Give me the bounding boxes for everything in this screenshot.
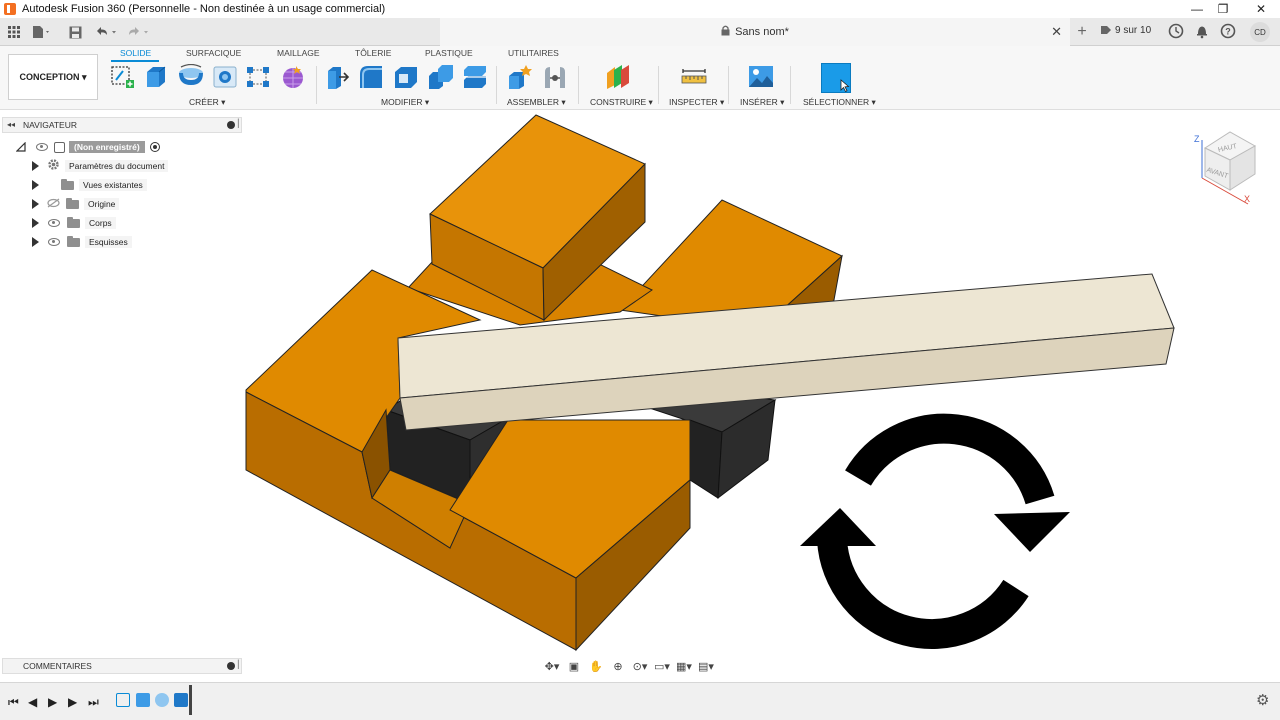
step-forward-icon[interactable]: ▶ bbox=[68, 695, 77, 709]
app-grid-icon[interactable] bbox=[6, 23, 22, 41]
undo-icon[interactable] bbox=[92, 23, 120, 41]
new-tab-button[interactable]: + bbox=[1072, 22, 1092, 42]
pattern-icon[interactable] bbox=[245, 64, 271, 90]
align-icon[interactable] bbox=[462, 64, 488, 90]
navigation-bar: ✥▾ ▣ ✋ ⊕ ⊙▾ ▭▾ ▦▾ ▤▾ bbox=[543, 658, 738, 676]
look-at-icon[interactable]: ▣ bbox=[565, 660, 583, 674]
go-to-end-icon[interactable]: ⏭ bbox=[88, 695, 99, 710]
timeline-sketch-feature-icon[interactable] bbox=[116, 693, 130, 707]
insert-image-icon[interactable] bbox=[748, 64, 774, 90]
combine-icon[interactable] bbox=[427, 64, 453, 90]
ribbon-separator bbox=[578, 66, 579, 104]
pan-hand-icon[interactable]: ✋ bbox=[587, 660, 605, 674]
timeline-bar: ⏮ ◀ ▶ ▶ ⏭ ⚙ bbox=[0, 682, 1280, 720]
form-icon[interactable] bbox=[280, 64, 306, 90]
window-title: Autodesk Fusion 360 (Personnelle - Non d… bbox=[22, 3, 386, 15]
ribbon-separator bbox=[316, 66, 317, 104]
joint-icon[interactable] bbox=[542, 64, 568, 90]
group-assembler-label[interactable]: ASSEMBLER ▾ bbox=[507, 97, 566, 108]
document-title: Sans nom* bbox=[735, 26, 789, 38]
ribbon-separator bbox=[496, 66, 497, 104]
press-pull-icon[interactable] bbox=[325, 64, 351, 90]
tab-tolerie[interactable]: TÔLERIE bbox=[355, 48, 391, 58]
group-selectionner-label[interactable]: SÉLECTIONNER ▾ bbox=[803, 97, 876, 108]
create-sketch-icon[interactable] bbox=[110, 64, 136, 90]
select-tool-icon[interactable] bbox=[821, 63, 851, 93]
group-inspecter-label[interactable]: INSPECTER ▾ bbox=[669, 97, 724, 108]
hole-icon[interactable] bbox=[212, 64, 238, 90]
tab-solide[interactable]: SOLIDE bbox=[120, 48, 151, 58]
viewport-canvas[interactable] bbox=[0, 110, 1280, 658]
group-creer-label[interactable]: CRÉER ▾ bbox=[189, 97, 225, 108]
measure-icon[interactable] bbox=[681, 64, 707, 90]
step-back-icon[interactable]: ◀ bbox=[28, 695, 37, 709]
group-construire-label[interactable]: CONSTRUIRE ▾ bbox=[590, 97, 653, 108]
job-status[interactable]: 9 sur 10 bbox=[1100, 24, 1151, 36]
workspace-selector[interactable]: CONCEPTION ▾ bbox=[8, 54, 98, 100]
panel-pin-icon[interactable]: | bbox=[237, 659, 240, 670]
redo-icon[interactable] bbox=[124, 23, 152, 41]
timeline-revolve-feature-icon[interactable] bbox=[136, 693, 150, 707]
comments-options-icon[interactable] bbox=[227, 662, 235, 670]
comments-title: COMMENTAIRES bbox=[23, 661, 92, 671]
timeline-settings-gear-icon[interactable]: ⚙ bbox=[1256, 691, 1269, 709]
save-icon[interactable] bbox=[66, 23, 84, 41]
grid-settings-icon[interactable]: ▦▾ bbox=[675, 660, 693, 674]
help-icon[interactable]: ? bbox=[1220, 23, 1236, 39]
active-tab-underline bbox=[111, 60, 159, 62]
axis-z-label: Z bbox=[1194, 134, 1200, 144]
tab-surfacique[interactable]: SURFACIQUE bbox=[186, 48, 241, 58]
group-modifier-label[interactable]: MODIFIER ▾ bbox=[381, 97, 429, 108]
notifications-bell-icon[interactable] bbox=[1194, 23, 1210, 39]
offset-plane-icon[interactable] bbox=[605, 64, 631, 90]
ribbon-separator bbox=[790, 66, 791, 104]
svg-text:?: ? bbox=[1225, 27, 1231, 37]
ribbon-separator bbox=[658, 66, 659, 104]
extrude-icon[interactable] bbox=[143, 64, 169, 90]
comments-panel-header[interactable]: COMMENTAIRES | bbox=[2, 658, 242, 674]
job-status-icon bbox=[1101, 26, 1111, 34]
ribbon-toolbar: CONCEPTION ▾ SOLIDE SURFACIQUE MAILLAGE … bbox=[0, 46, 1280, 110]
fusion-app-icon bbox=[4, 3, 16, 15]
document-tab[interactable]: Sans nom* ✕ bbox=[440, 18, 1070, 46]
job-status-label: 9 sur 10 bbox=[1115, 24, 1152, 36]
close-document-icon[interactable]: ✕ bbox=[1051, 24, 1062, 40]
revolve-icon[interactable] bbox=[177, 63, 203, 90]
orbit-icon[interactable]: ✥▾ bbox=[543, 660, 561, 674]
display-settings-icon[interactable]: ▭▾ bbox=[653, 660, 671, 674]
timeline-marker[interactable] bbox=[189, 685, 192, 715]
group-inserer-label[interactable]: INSÉRER ▾ bbox=[740, 97, 784, 108]
axis-x-label: X bbox=[1244, 194, 1251, 204]
quick-access-bar: Sans nom* ✕ + 9 sur 10 ? CD bbox=[0, 18, 1280, 46]
rotate-arrows-icon bbox=[800, 413, 1070, 649]
tab-maillage[interactable]: MAILLAGE bbox=[277, 48, 320, 58]
timeline-extrude-feature-icon[interactable] bbox=[174, 693, 188, 707]
close-window-button[interactable]: ✕ bbox=[1244, 0, 1278, 18]
fillet-icon[interactable] bbox=[358, 64, 384, 90]
maximize-button[interactable]: ❐ bbox=[1206, 0, 1240, 18]
timeline-hole-feature-icon[interactable] bbox=[155, 693, 169, 707]
new-component-icon[interactable] bbox=[507, 64, 533, 90]
viewports-icon[interactable]: ▤▾ bbox=[697, 660, 715, 674]
tab-plastique[interactable]: PLASTIQUE bbox=[425, 48, 473, 58]
fit-zoom-icon[interactable]: ⊙▾ bbox=[631, 660, 649, 674]
ribbon-separator bbox=[728, 66, 729, 104]
clock-icon[interactable] bbox=[1168, 23, 1184, 39]
user-avatar[interactable]: CD bbox=[1250, 22, 1270, 42]
lock-icon bbox=[721, 25, 730, 39]
file-menu-icon[interactable] bbox=[30, 23, 52, 41]
play-icon[interactable]: ▶ bbox=[48, 695, 57, 709]
zoom-icon[interactable]: ⊕ bbox=[609, 660, 627, 674]
tab-utilitaires[interactable]: UTILITAIRES bbox=[508, 48, 559, 58]
shell-icon[interactable] bbox=[393, 64, 419, 90]
title-bar: Autodesk Fusion 360 (Personnelle - Non d… bbox=[0, 0, 1280, 18]
go-to-start-icon[interactable]: ⏮ bbox=[8, 695, 19, 710]
